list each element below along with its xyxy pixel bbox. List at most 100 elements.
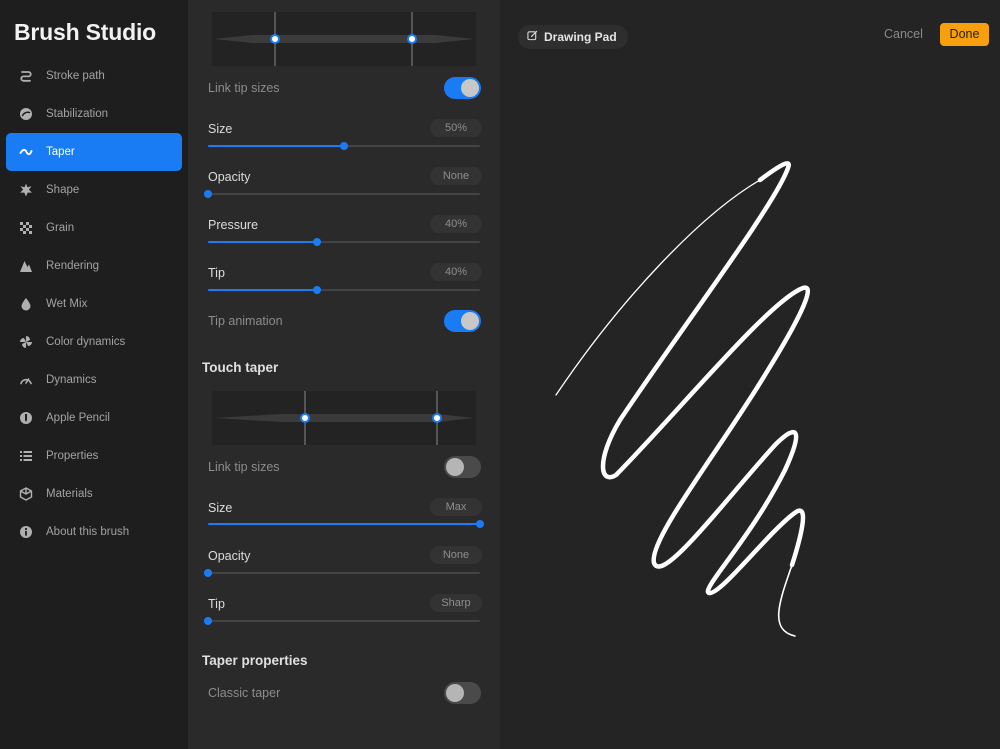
sidebar-item-label: Materials (46, 488, 93, 500)
sidebar-item-properties[interactable]: Properties (6, 437, 182, 475)
drawing-pad-canvas[interactable]: Drawing Pad Cancel Done (500, 0, 1000, 749)
touch-tip-slider[interactable] (204, 617, 480, 625)
touch-opacity-value[interactable]: None (430, 546, 482, 564)
sidebar-item-color-dynamics[interactable]: Color dynamics (6, 323, 182, 361)
dynamics-icon (18, 372, 34, 388)
toggle-thumb (446, 458, 464, 476)
shape-icon (18, 182, 34, 198)
rendering-icon (18, 258, 34, 274)
grain-icon (18, 220, 34, 236)
touch-size-value[interactable]: Max (430, 498, 482, 516)
taper-settings-panel: Link tip sizes Size 50% Opacity None Pre… (188, 0, 500, 749)
materials-icon (18, 486, 34, 502)
drawing-pad-chip[interactable]: Drawing Pad (518, 25, 628, 49)
pressure-tip-value[interactable]: 40% (430, 263, 482, 281)
stabilization-icon (18, 106, 34, 122)
pressure-opacity-slider[interactable] (204, 190, 480, 198)
sidebar-item-label: Stroke path (46, 70, 105, 82)
touch-link-tip-sizes-toggle[interactable] (444, 456, 481, 478)
sidebar-item-label: Grain (46, 222, 75, 234)
sidebar-item-label: Color dynamics (46, 336, 126, 348)
slider-fill (208, 289, 317, 291)
about-icon (18, 524, 34, 540)
touch-link-tip-sizes-label: Link tip sizes (208, 460, 280, 474)
toggle-thumb (446, 684, 464, 702)
edit-icon (527, 28, 544, 46)
slider-knob[interactable] (312, 238, 321, 246)
classic-taper-toggle[interactable] (444, 682, 481, 704)
pressure-tip-label: Tip (208, 266, 225, 280)
taper-end-handle[interactable] (407, 34, 417, 44)
drawing-pad-label: Drawing Pad (544, 30, 617, 44)
sidebar-item-wet-mix[interactable]: Wet Mix (6, 285, 182, 323)
color-dynamics-icon (18, 334, 34, 350)
sidebar-item-label: Properties (46, 450, 99, 462)
pressure-opacity-label: Opacity (208, 170, 251, 184)
toggle-thumb (461, 312, 479, 330)
touch-opacity-label: Opacity (208, 549, 251, 563)
slider-fill (208, 145, 344, 147)
pressure-link-tip-sizes-label: Link tip sizes (208, 81, 280, 95)
preview-stroke (555, 161, 811, 637)
sidebar-item-shape[interactable]: Shape (6, 171, 182, 209)
taper-start-handle[interactable] (270, 34, 280, 44)
pressure-pressure-value[interactable]: 40% (430, 215, 482, 233)
sidebar-item-label: Rendering (46, 260, 100, 272)
toggle-thumb (461, 79, 479, 97)
sidebar-item-stroke-path[interactable]: Stroke path (6, 57, 182, 95)
touch-tip-label: Tip (208, 597, 225, 611)
sidebar-item-dynamics[interactable]: Dynamics (6, 361, 182, 399)
sidebar-item-apple-pencil[interactable]: Apple Pencil (6, 399, 182, 437)
sidebar-item-label: Taper (46, 146, 75, 158)
slider-knob[interactable] (312, 286, 321, 294)
sidebar-item-label: Apple Pencil (46, 412, 110, 424)
tip-animation-toggle[interactable] (444, 310, 481, 332)
sidebar-item-label: Wet Mix (46, 298, 88, 310)
taper-end-handle[interactable] (432, 413, 442, 423)
slider-fill (208, 241, 317, 243)
pressure-pressure-slider[interactable] (208, 238, 480, 246)
sidebar-item-label: Stabilization (46, 108, 109, 120)
cancel-button[interactable]: Cancel (884, 27, 923, 41)
pressure-taper-graph[interactable] (212, 12, 476, 66)
slider-fill (208, 523, 480, 525)
sidebar-item-label: Shape (46, 184, 80, 196)
slider-knob[interactable] (476, 520, 484, 528)
sidebar-item-label: About this brush (46, 526, 130, 538)
pressure-size-label: Size (208, 122, 233, 136)
touch-opacity-slider[interactable] (204, 569, 480, 577)
sidebar-item-materials[interactable]: Materials (6, 475, 182, 513)
taper-start-handle[interactable] (300, 413, 310, 423)
classic-taper-label: Classic taper (208, 686, 281, 700)
sidebar-item-about[interactable]: About this brush (6, 513, 182, 551)
sidebar-item-label: Dynamics (46, 374, 97, 386)
touch-size-label: Size (208, 501, 233, 515)
touch-tip-value[interactable]: Sharp (430, 594, 482, 612)
done-button[interactable]: Done (940, 23, 989, 46)
touch-taper-title: Touch taper (202, 360, 279, 375)
touch-size-slider[interactable] (208, 520, 484, 528)
sidebar-item-grain[interactable]: Grain (6, 209, 182, 247)
slider-knob[interactable] (204, 617, 212, 625)
pressure-tip-slider[interactable] (208, 286, 480, 294)
pressure-opacity-value[interactable]: None (430, 167, 482, 185)
slider-knob[interactable] (204, 190, 212, 198)
sidebar: Brush Studio Stroke path Stabilization T… (0, 0, 188, 749)
pressure-size-value[interactable]: 50% (430, 119, 482, 137)
stroke-path-icon (18, 68, 34, 84)
taper-properties-title: Taper properties (202, 653, 308, 668)
wet-mix-icon (18, 296, 34, 312)
apple-pencil-icon (18, 410, 34, 426)
taper-icon (18, 144, 34, 160)
properties-icon (18, 448, 34, 464)
slider-knob[interactable] (340, 142, 348, 150)
tip-animation-label: Tip animation (208, 314, 283, 328)
touch-taper-graph[interactable] (212, 391, 476, 445)
pressure-pressure-label: Pressure (208, 218, 259, 232)
slider-knob[interactable] (204, 569, 212, 577)
pressure-size-slider[interactable] (208, 142, 480, 150)
sidebar-item-taper[interactable]: Taper (6, 133, 182, 171)
pressure-link-tip-sizes-toggle[interactable] (444, 77, 481, 99)
sidebar-item-stabilization[interactable]: Stabilization (6, 95, 182, 133)
sidebar-item-rendering[interactable]: Rendering (6, 247, 182, 285)
